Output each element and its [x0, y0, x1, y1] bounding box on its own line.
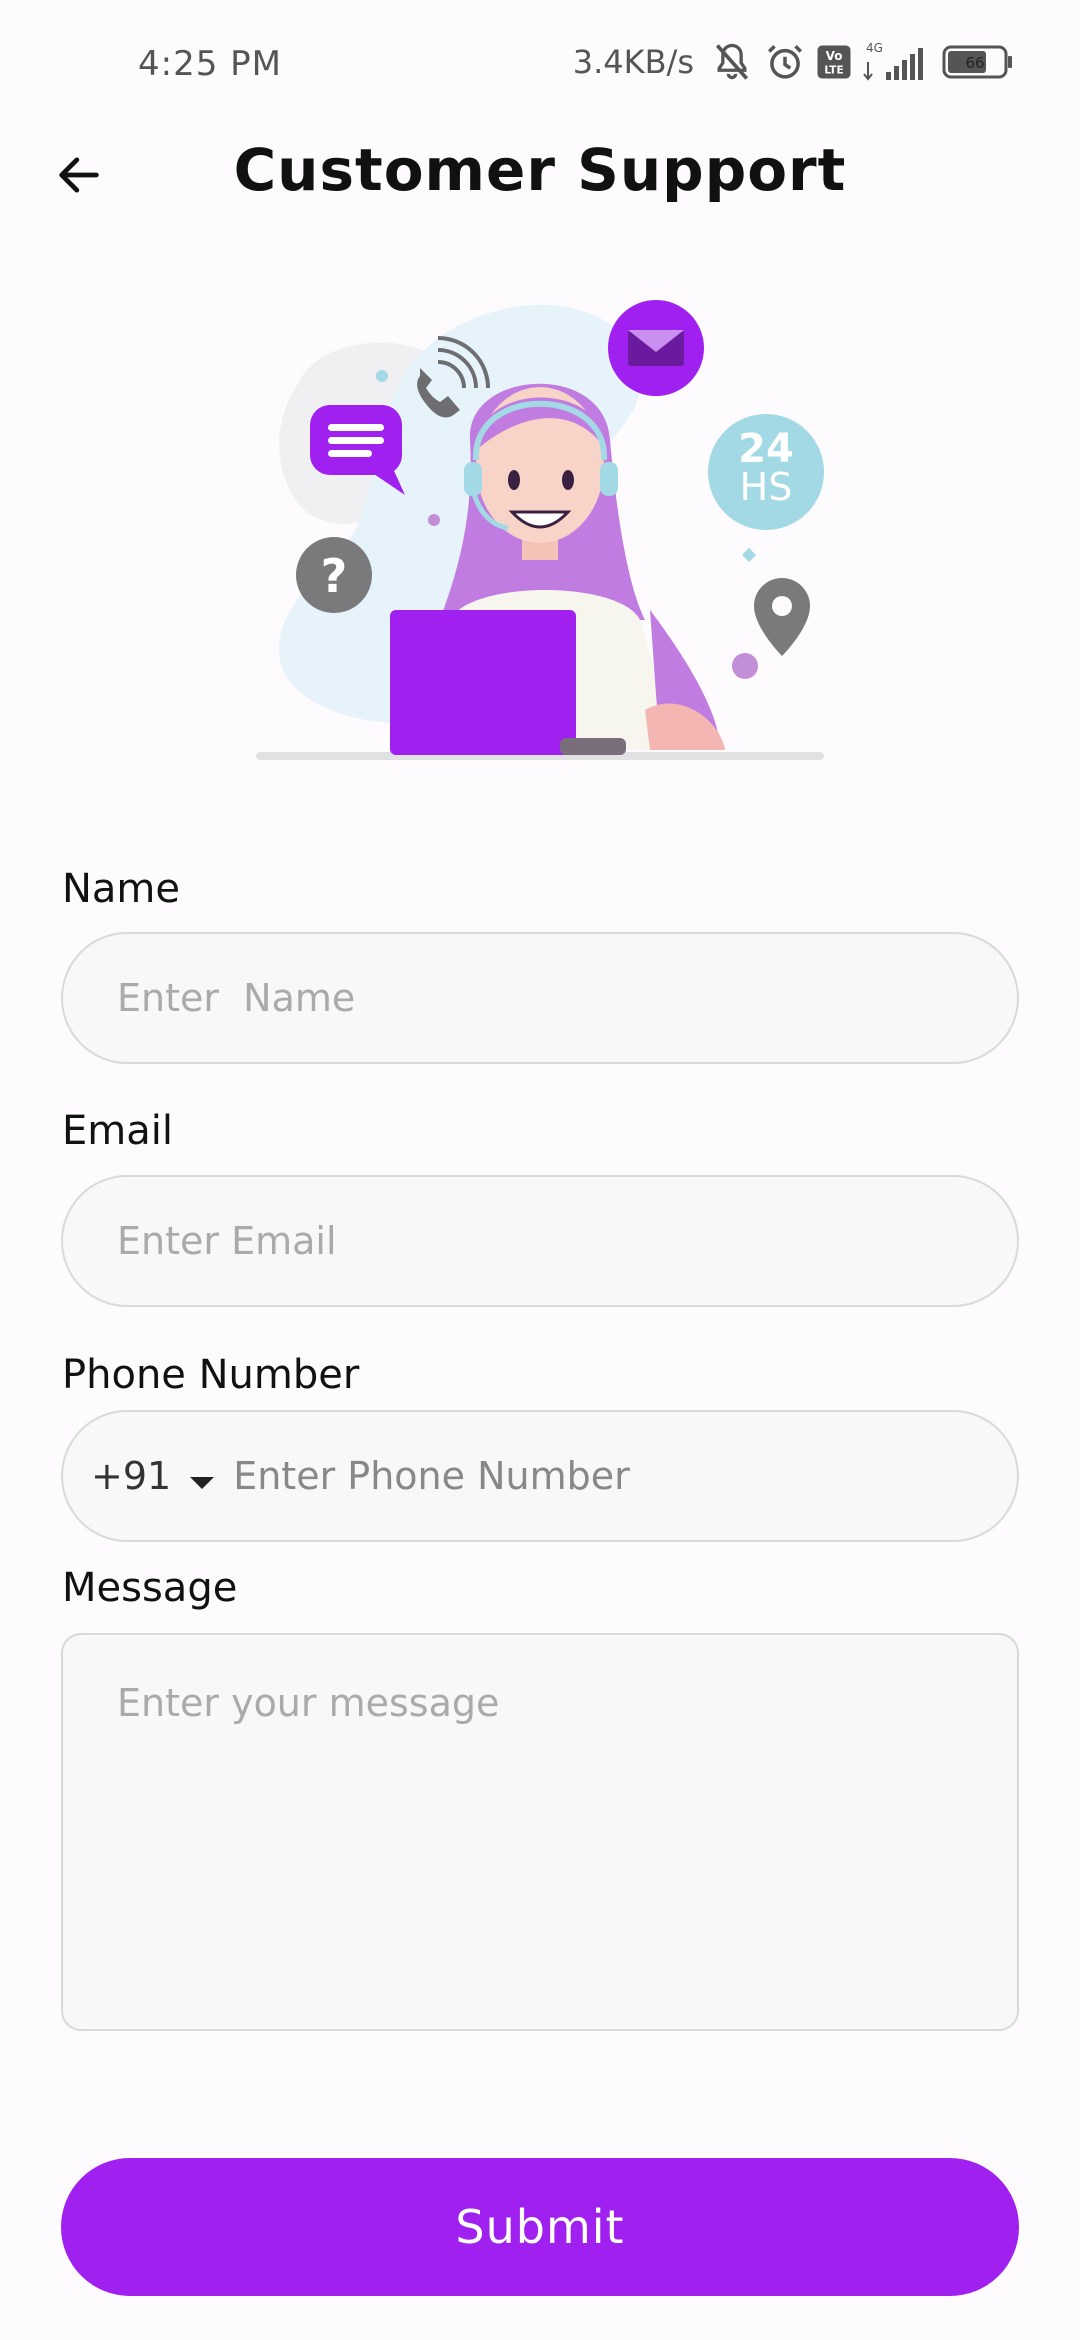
email-label: Email	[62, 1108, 173, 1154]
phone-label: Phone Number	[62, 1352, 360, 1398]
envelope-icon	[608, 300, 704, 396]
message-textarea[interactable]	[63, 1635, 1017, 2029]
volte-icon: Vo LTE	[816, 44, 852, 80]
location-pin-icon	[754, 578, 810, 656]
message-label: Message	[62, 1565, 238, 1611]
name-label: Name	[62, 866, 181, 912]
message-field-container	[61, 1633, 1019, 2031]
battery-level: 66	[965, 54, 984, 72]
name-field-container	[61, 932, 1019, 1064]
country-code-dropdown[interactable]: +91	[63, 1452, 215, 1500]
question-mark-icon: ?	[296, 537, 372, 613]
svg-text:4G: 4G	[866, 41, 883, 55]
phone-field-container: +91	[61, 1410, 1019, 1542]
app-header: Customer Support	[0, 130, 1080, 220]
svg-text:?: ?	[321, 549, 348, 603]
email-field-container	[61, 1175, 1019, 1307]
svg-text:Vo: Vo	[826, 49, 843, 63]
status-icons: 3.4KB/s Vo LTE 4G 66	[573, 40, 1014, 84]
signal-icon: 4G	[862, 40, 932, 84]
svg-text:LTE: LTE	[824, 64, 843, 76]
country-code-value: +91	[91, 1454, 172, 1498]
bell-muted-icon	[710, 40, 754, 84]
battery-icon: 66	[942, 44, 1014, 80]
svg-text:HS: HS	[740, 465, 793, 509]
name-input[interactable]	[63, 934, 1017, 1062]
phone-input[interactable]	[215, 1412, 1017, 1540]
dropdown-caret-icon	[189, 1456, 215, 1500]
24-hours-badge-icon: 24 HS	[708, 414, 824, 530]
email-input[interactable]	[63, 1177, 1017, 1305]
page-title: Customer Support	[233, 136, 847, 204]
status-bar: 4:25 PM 3.4KB/s Vo LTE 4G 66	[0, 0, 1080, 120]
net-speed: 3.4KB/s	[572, 43, 694, 81]
support-illustration: ? 24 HS	[250, 290, 830, 770]
status-time: 4:25 PM	[138, 44, 282, 84]
submit-button[interactable]: Submit	[61, 2158, 1019, 2296]
alarm-icon	[764, 41, 806, 83]
